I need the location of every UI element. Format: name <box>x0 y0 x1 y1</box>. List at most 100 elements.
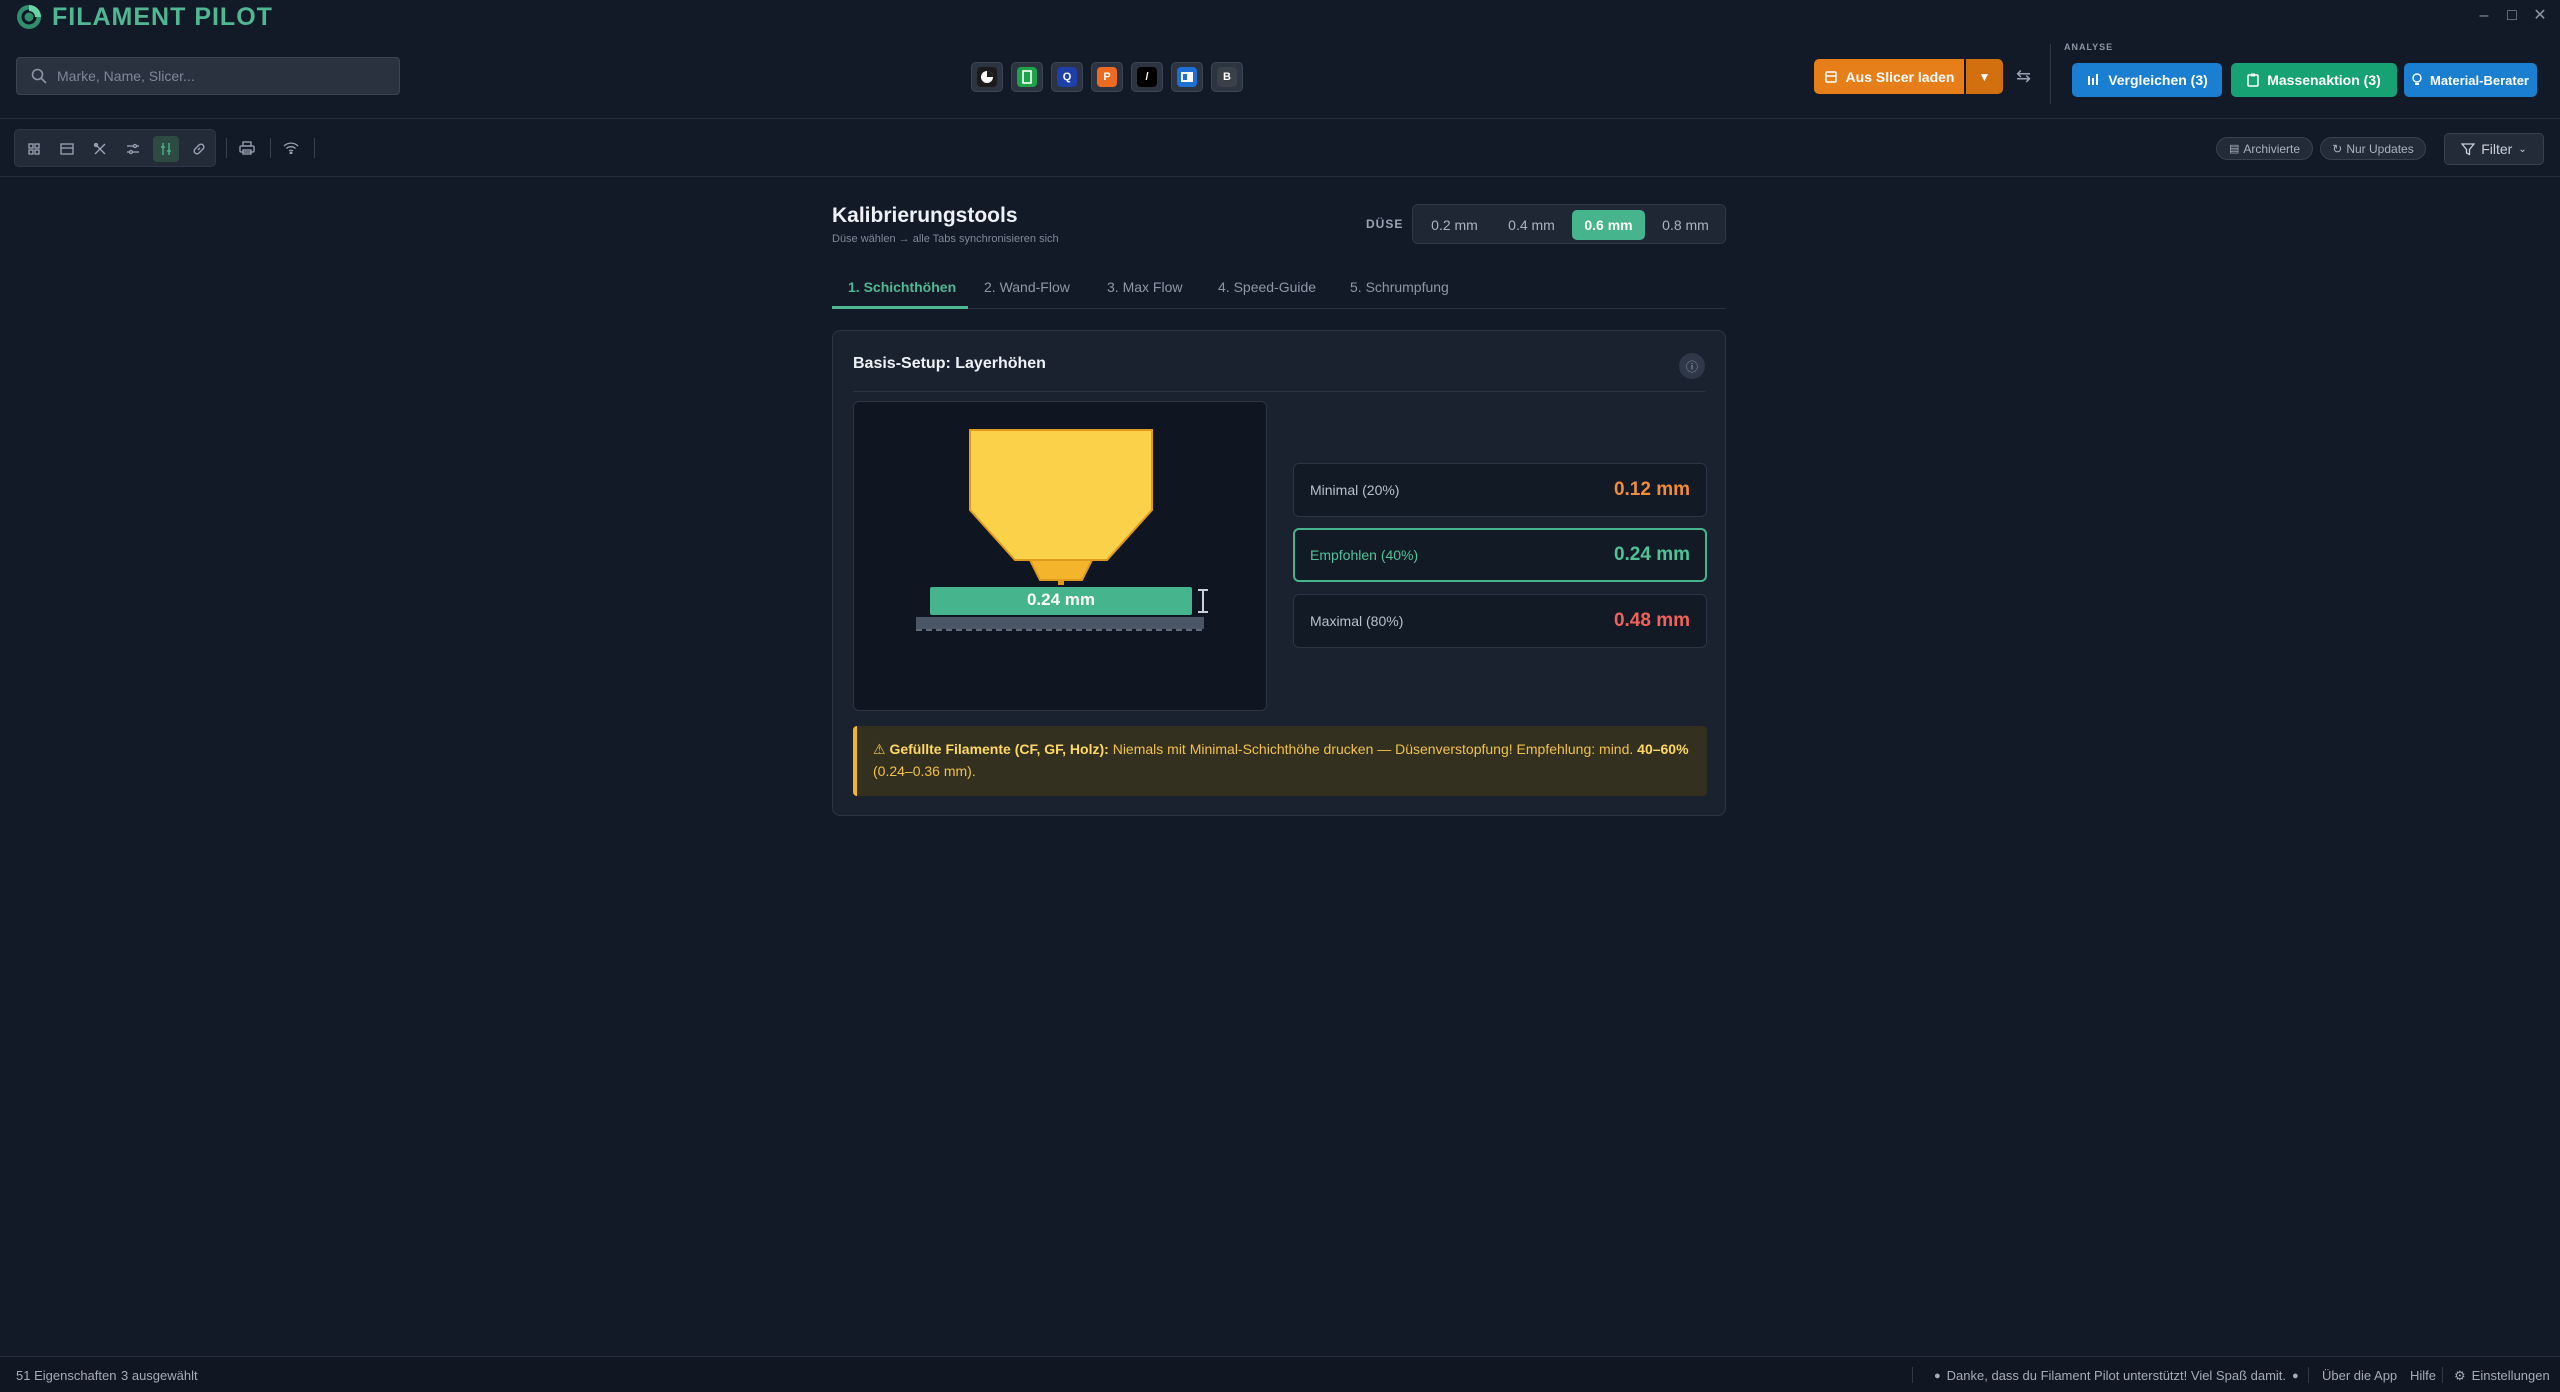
settings-link[interactable]: ⚙ Einstellungen <box>2454 1368 2550 1384</box>
bulk-action-button[interactable]: Massenaktion (3) <box>2231 63 2397 97</box>
advisor-button-label: Material-Berater <box>2430 72 2529 88</box>
toolbar-separator <box>270 138 271 158</box>
slicer-button-7[interactable]: B <box>1211 62 1243 92</box>
app-title: FILAMENT PILOT <box>52 3 273 31</box>
load-button-label: Aus Slicer laden <box>1845 68 1955 85</box>
slicer-button-4[interactable]: P <box>1091 62 1123 92</box>
thanks-message: ● Danke, dass du Filament Pilot unterstü… <box>1934 1368 2299 1383</box>
slicer-button-2[interactable] <box>1011 62 1043 92</box>
heart-icon: ● <box>1934 1369 1941 1382</box>
bar-chart-icon <box>2088 74 2099 85</box>
settings-label: Einstellungen <box>2471 1368 2550 1383</box>
slicer-bambu-icon <box>977 67 997 87</box>
card-divider <box>853 391 1705 392</box>
maximize-icon[interactable]: □ <box>2500 4 2524 28</box>
min-label: Minimal (20%) <box>1310 482 1400 498</box>
wifi-icon[interactable] <box>278 135 304 161</box>
warning-icon: ⚠ <box>873 741 886 757</box>
slicer-b-icon: B <box>1217 67 1237 87</box>
clipboard-icon <box>2247 73 2259 87</box>
active-tab-indicator <box>832 306 968 309</box>
load-from-slicer-button[interactable]: Aus Slicer laden <box>1814 59 1964 94</box>
filter-label: Filter <box>2481 141 2513 157</box>
recommended-value: 0.24 mm <box>1613 544 1690 565</box>
tab-wall-flow[interactable]: 2. Wand-Flow <box>984 279 1070 295</box>
info-icon[interactable]: ⓘ <box>1679 353 1705 379</box>
layer-height-card: Basis-Setup: Layerhöhen ⓘ 0.24 mm Minima… <box>832 330 1726 816</box>
bulk-button-label: Massenaktion (3) <box>2267 72 2381 88</box>
page-title: Kalibrierungstools <box>832 204 1018 227</box>
search-input[interactable] <box>57 66 387 86</box>
max-label: Maximal (80%) <box>1310 613 1404 629</box>
tools-view-icon[interactable] <box>87 136 113 162</box>
close-icon[interactable]: ✕ <box>2528 4 2552 28</box>
chevron-down-icon[interactable]: ▼ <box>1966 59 2003 94</box>
about-link[interactable]: Über die App <box>2322 1368 2397 1383</box>
header-separator <box>2050 44 2051 104</box>
slicer-button-6[interactable] <box>1171 62 1203 92</box>
smile-icon: ● <box>2292 1369 2299 1382</box>
minimize-icon[interactable]: – <box>2472 4 2496 28</box>
gear-icon: ⚙ <box>2454 1368 2466 1383</box>
tab-max-flow[interactable]: 3. Max Flow <box>1107 279 1182 295</box>
search-box[interactable] <box>16 57 400 95</box>
properties-count: 51 Eigenschaften <box>16 1368 117 1383</box>
lightbulb-icon <box>2412 73 2422 85</box>
layer-height-min-row: Minimal (20%) 0.12 mm <box>1293 463 1707 517</box>
help-link[interactable]: Hilfe <box>2410 1368 2436 1383</box>
app-logo-icon <box>17 5 41 29</box>
max-value: 0.48 mm <box>1613 610 1690 631</box>
status-separator <box>2442 1367 2443 1383</box>
nozzle-option-0-8[interactable]: 0.8 mm <box>1649 210 1722 240</box>
tab-speed-guide[interactable]: 4. Speed-Guide <box>1218 279 1316 295</box>
card-view-icon[interactable] <box>54 136 80 162</box>
tab-shrinkage[interactable]: 5. Schrumpfung <box>1350 279 1449 295</box>
archived-toggle[interactable]: ▤ Archivierte <box>2216 137 2313 160</box>
filter-icon <box>2461 143 2476 156</box>
sliders-view-icon[interactable] <box>120 136 146 162</box>
tab-layer-heights[interactable]: 1. Schichthöhen <box>848 279 956 295</box>
link-icon[interactable] <box>186 136 212 162</box>
warning-text: Niemals mit Minimal-Schichthöhe drucken … <box>1108 741 1638 757</box>
warning-range-mm: (0.24–0.36 mm). <box>873 763 976 779</box>
status-separator <box>2308 1367 2309 1383</box>
nozzle-option-0-4[interactable]: 0.4 mm <box>1495 210 1568 240</box>
nozzle-label: DÜSE <box>1366 217 1404 231</box>
slicer-button-5[interactable]: / <box>1131 62 1163 92</box>
slicer-green-icon <box>1017 67 1037 87</box>
nozzle-diagram: 0.24 mm <box>853 401 1267 711</box>
compare-button[interactable]: Vergleichen (3) <box>2072 63 2222 97</box>
chevron-down-icon: ⌄ <box>2518 143 2527 155</box>
slicer-prusa-icon: P <box>1097 67 1117 87</box>
search-icon <box>31 68 47 84</box>
thanks-text: Danke, dass du Filament Pilot unterstütz… <box>1946 1368 2287 1383</box>
updates-only-toggle[interactable]: ↻ Nur Updates <box>2320 137 2426 160</box>
layer-height-recommended-row: Empfohlen (40%) 0.24 mm <box>1293 528 1707 582</box>
archive-icon: ▤ <box>2228 143 2240 155</box>
material-advisor-button[interactable]: Material-Berater <box>2404 63 2537 97</box>
warning-range: 40–60% <box>1637 741 1689 757</box>
nozzle-option-0-6[interactable]: 0.6 mm <box>1572 210 1645 240</box>
grid-view-icon[interactable] <box>21 136 47 162</box>
filter-button[interactable]: Filter ⌄ <box>2444 133 2544 165</box>
layer-height-max-row: Maximal (80%) 0.48 mm <box>1293 594 1707 648</box>
calibration-view-icon[interactable] <box>153 136 179 162</box>
selected-count: 3 ausgewählt <box>121 1368 198 1383</box>
slicer-button-1[interactable] <box>971 62 1003 92</box>
diagram-layer-label: 0.24 mm <box>1026 590 1096 609</box>
status-bar: 51 Eigenschaften 3 ausgewählt ● Danke, d… <box>0 1356 2560 1392</box>
sync-icon[interactable]: ⇆ <box>2016 66 2031 87</box>
page-subtitle: Düse wählen → alle Tabs synchronisieren … <box>832 233 1059 245</box>
toolbar-divider <box>0 176 2560 177</box>
slicer-q-icon: Q <box>1057 67 1077 87</box>
slicer-button-3[interactable]: Q <box>1051 62 1083 92</box>
nozzle-illustration <box>916 429 1208 631</box>
slicer-orca-icon: / <box>1137 67 1157 87</box>
title-bar: FILAMENT PILOT – □ ✕ <box>0 0 2560 34</box>
toolbar-separator <box>226 138 227 158</box>
archived-label: Archivierte <box>2243 141 2301 156</box>
min-value: 0.12 mm <box>1613 479 1690 500</box>
nozzle-option-0-2[interactable]: 0.2 mm <box>1418 210 1491 240</box>
printer-icon[interactable] <box>234 135 260 161</box>
recommended-label: Empfohlen (40%) <box>1310 547 1419 563</box>
